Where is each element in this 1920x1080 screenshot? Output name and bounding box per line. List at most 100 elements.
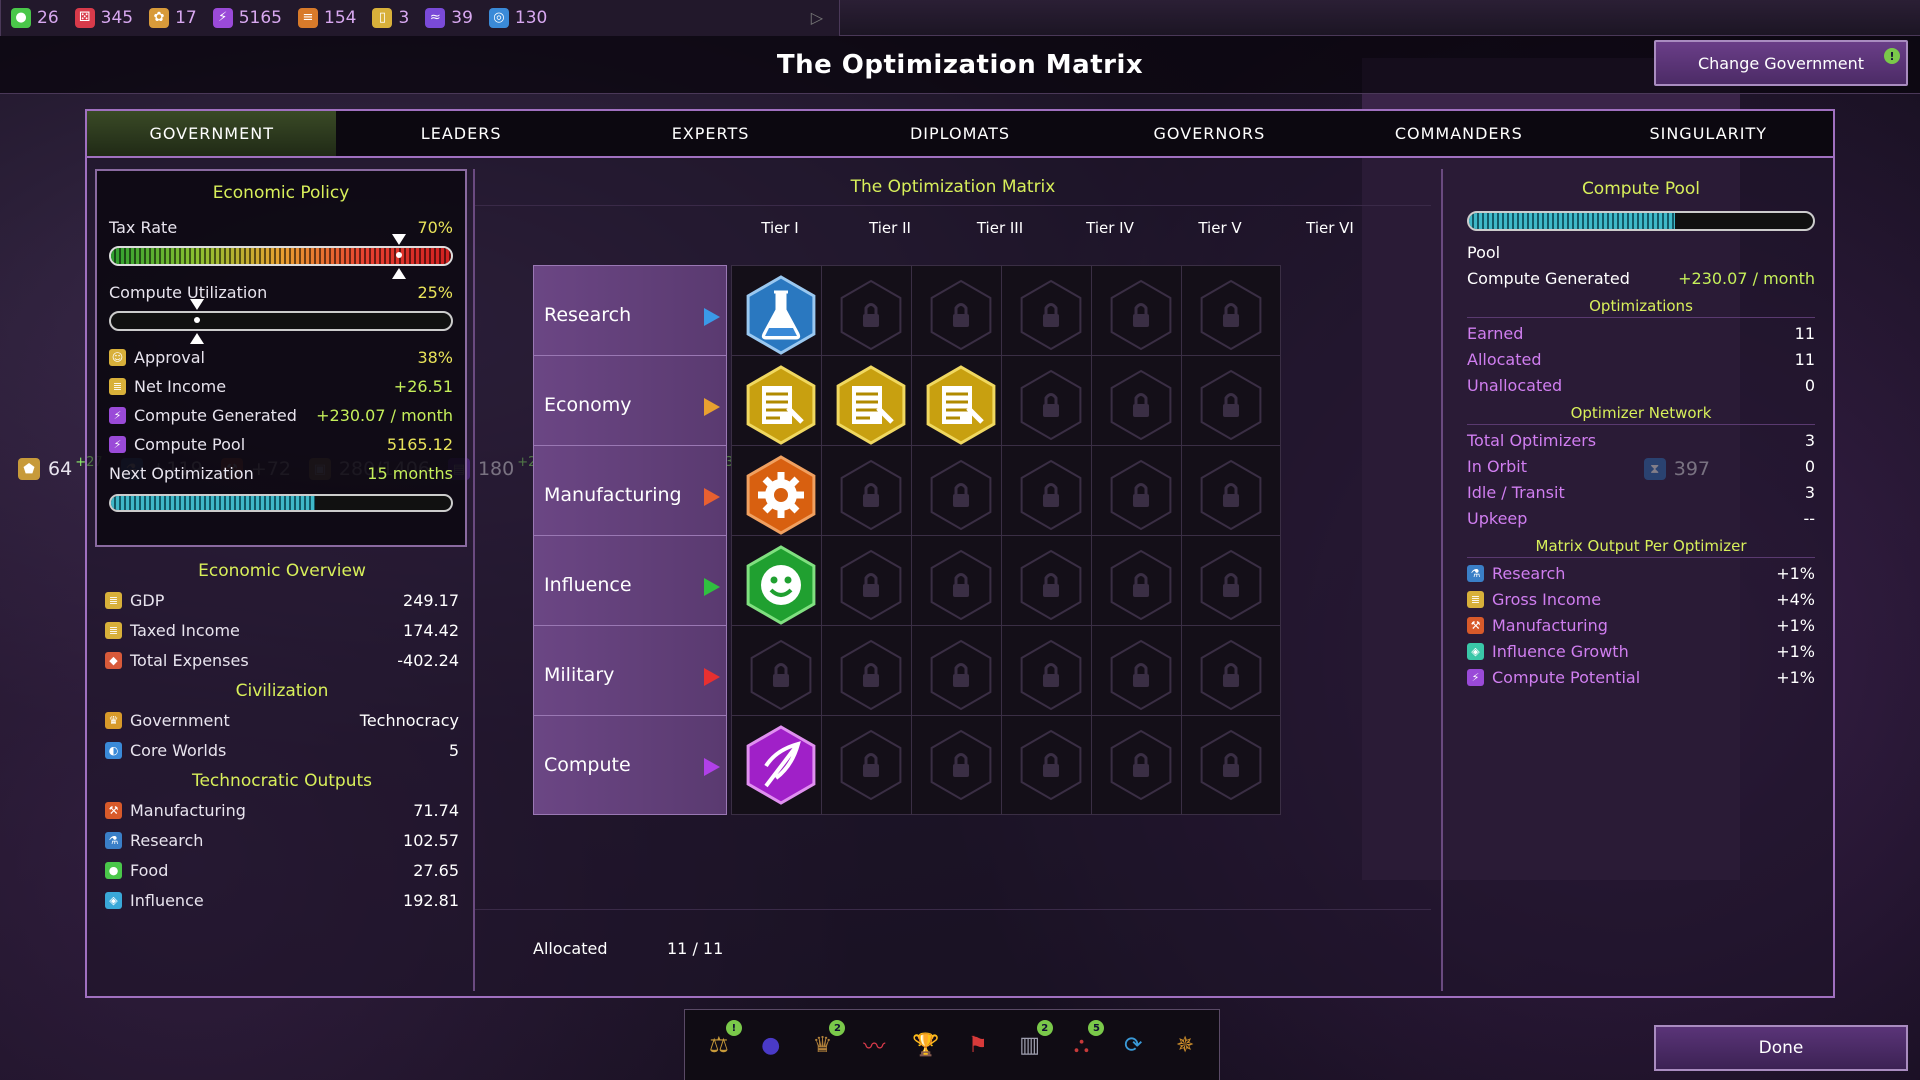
lock-icon [840,549,902,621]
category-economy[interactable]: Economy [533,355,727,455]
tax-rate-slider[interactable] [109,234,453,279]
stat-row: ⚡ Compute Potential +1% [1467,664,1815,690]
stat-label-wrap: ◆ Total Expenses [105,651,249,670]
emblem-dock-button[interactable]: ✵ [1164,1024,1206,1066]
optimization-slot-locked[interactable] [1091,535,1191,635]
stat-label: Food [130,860,169,880]
tab-diplomats[interactable]: DIPLOMATS [835,111,1084,156]
resource-flower[interactable]: ✿ 17 [149,7,197,28]
resource-card[interactable]: ▯ 3 [372,7,409,28]
chart-dock-button[interactable]: 〰 [853,1024,895,1066]
stat-row: ☺ Approval 38% [109,343,453,372]
tier-header: Tier I [761,219,799,237]
optimization-slot-locked[interactable] [821,535,921,635]
optimization-slot-locked[interactable] [1181,355,1281,455]
optimization-slot-locked[interactable] [911,715,1011,815]
stat-label-wrap: Earned [1467,324,1523,343]
optimization-slot-locked[interactable] [1181,535,1281,635]
optimization-slot-locked[interactable] [1181,265,1281,365]
scales-dock-button[interactable]: ⚖! [698,1020,742,1066]
optimization-slot-locked[interactable] [1091,445,1191,545]
resource-dice[interactable]: ⚄ 345 [74,7,133,28]
flag-dock-button[interactable]: ⚑ [957,1024,999,1066]
optimization-slot-locked[interactable] [821,625,921,725]
allocated-label: Allocated [533,939,608,958]
tier-header: Tier VI [1306,219,1354,237]
stat-label: Approval [134,348,205,367]
resource-wave[interactable]: ≈39 [425,7,473,28]
optimization-slot-active[interactable] [821,355,921,455]
optimization-slot-locked[interactable] [1091,625,1191,725]
slider-handle[interactable] [392,268,406,279]
resource-coins[interactable]: ≡ 154 [298,7,356,28]
pillar-dock-button[interactable]: ▥ 2 [1009,1020,1053,1066]
optimization-slot-locked[interactable] [1001,445,1101,545]
category-compute[interactable]: Compute [533,715,727,815]
crown-icon: ♛ [105,711,122,729]
category-manufacturing[interactable]: Manufacturing [533,445,727,545]
category-research[interactable]: Research [533,265,727,365]
optimization-slot-locked[interactable] [1001,355,1101,455]
next-optimization-value: 15 months [367,464,453,483]
tab-experts[interactable]: EXPERTS [586,111,835,156]
optimization-slot-locked[interactable] [911,445,1011,545]
change-government-button[interactable]: Change Government ! [1654,40,1908,86]
stat-label: Upkeep [1467,508,1528,528]
optimization-slot-locked[interactable] [1001,625,1101,725]
resource-apple[interactable]: ● 26 [11,7,59,28]
optimization-slot-active[interactable] [731,535,831,635]
collapse-icon[interactable]: ▷ [811,8,823,27]
trophy-dock-button[interactable]: 🏆 [905,1024,947,1066]
stat-label-wrap: ⚒ Manufacturing [105,801,246,820]
tab-leaders[interactable]: LEADERS [336,111,585,156]
crown-dock-button[interactable]: ♛ 2 [801,1020,846,1066]
optimization-slot-locked[interactable] [731,625,831,725]
tab-commanders[interactable]: COMMANDERS [1334,111,1583,156]
optimization-slot-locked[interactable] [1181,445,1281,545]
optimizer-network-title: Optimizer Network [1467,404,1815,425]
slider-handle[interactable] [190,333,204,344]
stat-value: +1% [1776,641,1815,661]
done-button[interactable]: Done [1654,1025,1908,1071]
resource-gear-ring[interactable]: ◎ 130 [488,7,547,28]
stat-row: ⚡ Compute Generated +230.07 / month [109,401,453,430]
optimization-slot-locked[interactable] [911,625,1011,725]
stat-label-wrap: ● Food [105,861,168,880]
optimization-slot-locked[interactable] [821,715,921,815]
handshake-dock-button[interactable]: ⟳ [1112,1024,1154,1066]
stat-label-wrap: Upkeep [1467,509,1527,528]
slider-handle[interactable] [190,299,204,310]
optimization-slot-locked[interactable] [911,535,1011,635]
optimization-slot-active[interactable] [731,265,831,365]
slider-handle[interactable] [392,234,406,245]
optimization-slot-active[interactable] [731,445,831,545]
optimization-slot-locked[interactable] [821,445,921,545]
category-military[interactable]: Military [533,625,727,725]
optimization-slot-locked[interactable] [1001,715,1101,815]
optimization-slot-locked[interactable] [1091,715,1191,815]
optimization-slot-locked[interactable] [1091,355,1191,455]
optimization-slot-locked[interactable] [821,265,921,365]
resource-compute[interactable]: ⚡ 5165 [212,7,282,28]
stat-label-wrap: ⚡ Compute Generated [109,406,297,425]
compute-utilization-slider[interactable] [109,299,453,344]
tab-government[interactable]: GOVERNMENT [87,111,337,156]
optimization-slot-active[interactable] [731,355,831,455]
optimization-slot-locked[interactable] [1001,535,1101,635]
tab-governors[interactable]: GOVERNORS [1085,111,1334,156]
optimization-slot-locked[interactable] [911,265,1011,365]
warship-dock-button[interactable]: ⛬ 5 [1060,1020,1105,1066]
optimization-slot-locked[interactable] [1001,265,1101,365]
lock-icon [930,279,992,351]
optimization-slot-active[interactable] [911,355,1011,455]
tab-singularity[interactable]: SINGULARITY [1584,111,1833,156]
planet-dock-button[interactable]: ● [750,1024,792,1066]
optimization-slot-locked[interactable] [1181,715,1281,815]
optimization-slot-active[interactable] [731,715,831,815]
lock-icon [1200,729,1262,801]
optimization-slot-locked[interactable] [1091,265,1191,365]
stat-row: ◐ Core Worlds 5 [105,735,459,765]
alert-icon: ! [1884,48,1900,64]
optimization-slot-locked[interactable] [1181,625,1281,725]
category-influence[interactable]: Influence [533,535,727,635]
